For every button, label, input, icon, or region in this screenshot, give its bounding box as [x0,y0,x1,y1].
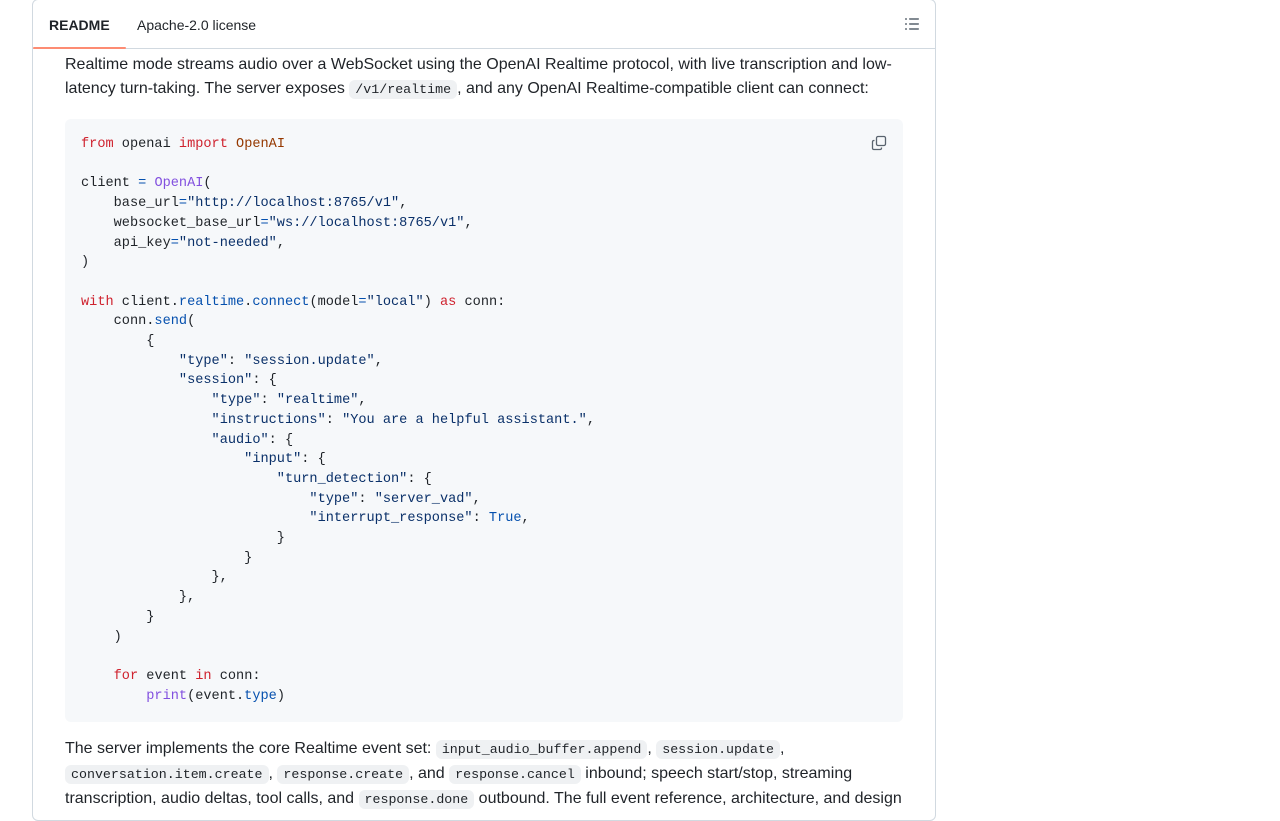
events-text: The server implements the core Realtime … [65,740,436,757]
realtime-intro-paragraph: Realtime mode streams audio over a WebSo… [65,53,903,102]
code-line: for event in conn: [113,668,261,684]
code-line: with client.realtime.connect(model="loca… [81,294,506,310]
code-line: "type": "session.update", [178,353,383,369]
code-line: "session": { [178,373,277,389]
event-code: session.update [656,740,780,759]
event-code: response.cancel [449,765,581,784]
events-text: , and [409,765,450,782]
events-text: , [779,740,785,757]
code-line: }, [81,570,228,586]
code-line: api_key="not-needed", [81,235,285,251]
event-code: conversation.item.create [65,765,269,784]
events-text: , [647,740,657,757]
code-line: client = OpenAI( [81,176,212,192]
code-line: } [81,550,253,566]
readme-tab-bar: README Apache-2.0 license [33,0,935,49]
code-line: websocket_base_url="ws://localhost:8765/… [81,215,473,231]
list-unordered-icon [905,18,919,30]
outline-button[interactable] [899,11,925,37]
code-line: }, [81,590,196,606]
code-line: from openai import OpenAI [81,137,285,152]
code-line: "type": "realtime", [211,393,367,409]
code-line: } [81,531,285,547]
python-code-block: from openai import OpenAI client = OpenA… [65,119,903,722]
copy-icon [871,135,887,151]
copy-code-button[interactable] [867,131,891,155]
code-line: conn.send( [81,314,196,330]
code-line: "type": "server_vad", [309,491,481,507]
code-line: ) [81,629,122,645]
code-line: { [81,334,155,350]
code-line: "interrupt_response": True, [309,511,530,527]
tab-license[interactable]: Apache-2.0 license [121,0,272,48]
tab-readme[interactable]: README [33,0,126,49]
readme-card: README Apache-2.0 license Realtime mode … [32,0,936,821]
realtime-endpoint-code: /v1/realtime [349,80,458,99]
code-line: "instructions": "You are a helpful assis… [211,412,595,428]
intro-text-after: , and any OpenAI Realtime-compatible cli… [457,80,869,97]
code-line: } [81,609,155,625]
event-code: input_audio_buffer.append [435,740,648,759]
code-line: "audio": { [211,432,294,448]
code-line: "turn_detection": { [276,471,432,487]
event-set-paragraph: The server implements the core Realtime … [65,737,903,812]
code-line: ) [81,255,90,271]
event-code: response.create [277,765,410,784]
code-line: base_url="http://localhost:8765/v1", [81,196,408,212]
code-line: "input": { [244,452,326,468]
code-content[interactable]: from openai import OpenAI client = OpenA… [65,119,611,722]
code-line: print(event.type) [146,688,285,704]
events-text: outbound. The full event reference, arch… [474,790,902,807]
